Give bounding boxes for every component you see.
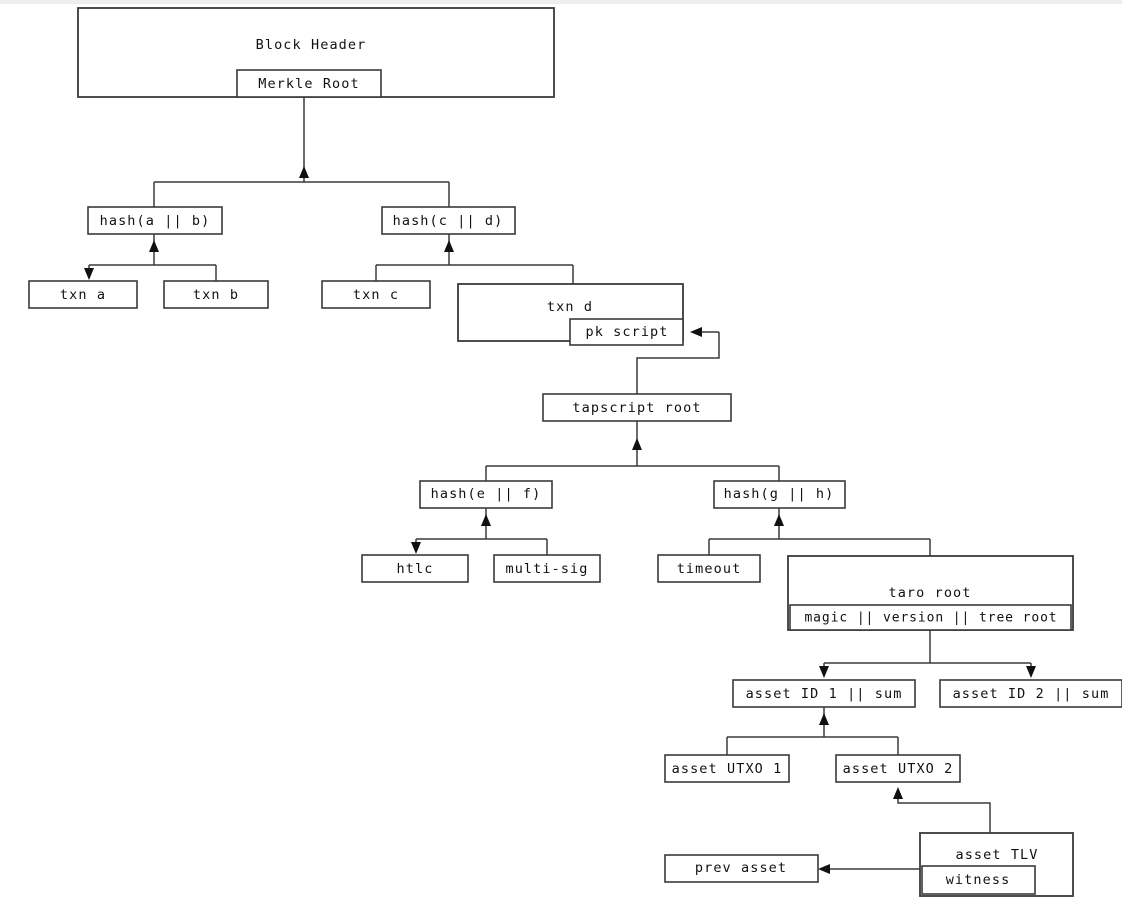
- arrowhead-into-asset-id-1: [819, 666, 829, 678]
- arrowhead-into-hash-cd: [444, 240, 454, 252]
- arrowhead-into-asset-id-1-lower: [819, 713, 829, 725]
- node-htlc-label: htlc: [397, 561, 434, 577]
- diagram-canvas: Block Header Merkle Root hash(a || b) ha…: [0, 0, 1122, 901]
- node-hash-ef-label: hash(e || f): [431, 486, 542, 502]
- node-asset-utxo-2-label: asset UTXO 2: [843, 761, 954, 777]
- arrowhead-into-tapscript-root: [632, 438, 642, 450]
- arrowhead-into-pk-script: [690, 327, 702, 337]
- node-txn-d-label: txn d: [547, 299, 593, 315]
- arrowhead-into-prev-asset: [818, 864, 830, 874]
- node-txn-b-label: txn b: [193, 287, 239, 303]
- merkle-tree-diagram: Block Header Merkle Root hash(a || b) ha…: [28, 7, 1122, 897]
- node-prev-asset-label: prev asset: [695, 860, 787, 876]
- node-asset-id-1-label: asset ID 1 || sum: [746, 686, 903, 702]
- node-multi-sig-label: multi-sig: [505, 561, 588, 577]
- node-witness-label: witness: [946, 872, 1011, 888]
- arrowhead-into-merkle-root: [299, 166, 309, 178]
- node-pk-script-label: pk script: [585, 324, 668, 340]
- node-hash-cd-label: hash(c || d): [393, 213, 504, 229]
- node-merkle-root-label: Merkle Root: [258, 76, 360, 92]
- node-txn-a-label: txn a: [60, 287, 106, 303]
- node-tapscript-root-label: tapscript root: [572, 400, 701, 416]
- arrowhead-into-txn-a: [84, 268, 94, 280]
- node-hash-gh-label: hash(g || h): [724, 486, 835, 502]
- edge-assettlv-to-utxo2: [897, 790, 991, 833]
- node-magic-version-tree-root-label: magic || version || tree root: [804, 611, 1057, 626]
- node-asset-utxo-1-label: asset UTXO 1: [672, 761, 783, 777]
- node-taro-root-label: taro root: [888, 585, 971, 601]
- arrowhead-into-asset-utxo-2: [893, 787, 903, 799]
- node-timeout-label: timeout: [677, 561, 742, 577]
- arrowhead-into-hash-ef: [481, 514, 491, 526]
- arrowhead-into-hash-ab: [149, 240, 159, 252]
- node-hash-ab-label: hash(a || b): [100, 213, 211, 229]
- node-txn-c-label: txn c: [353, 287, 399, 303]
- arrowhead-into-asset-id-2: [1026, 666, 1036, 678]
- arrowhead-into-htlc: [411, 542, 421, 554]
- node-asset-id-2-label: asset ID 2 || sum: [953, 686, 1110, 702]
- node-block-header-label: Block Header: [256, 37, 367, 53]
- arrowhead-into-hash-gh: [774, 514, 784, 526]
- node-asset-tlv-label: asset TLV: [955, 847, 1038, 863]
